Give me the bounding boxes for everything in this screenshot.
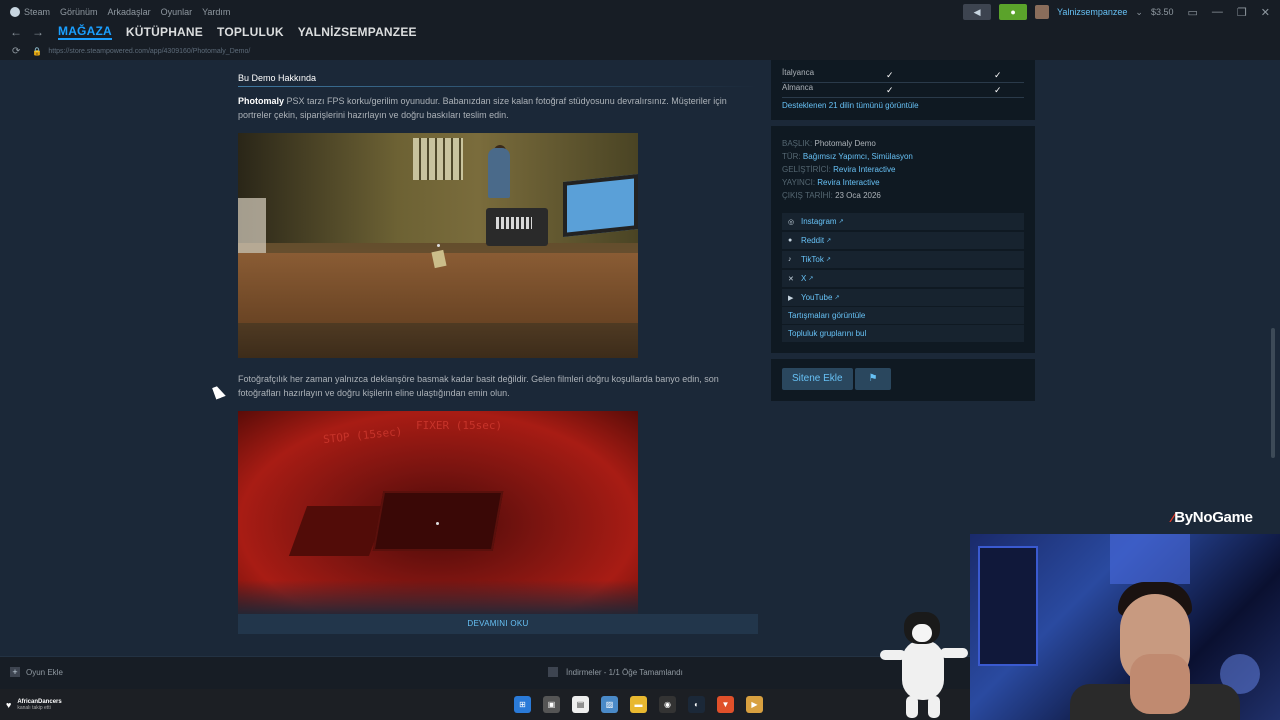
screenshot-shop	[238, 133, 638, 358]
description-intro: Photomaly PSX tarzı FPS korku/gerilim oy…	[238, 94, 748, 122]
language-row: İtalyanca ✓ ✓	[782, 68, 1024, 83]
reddit-icon: ●	[788, 237, 793, 244]
about-title: Bu Demo Hakkında	[238, 73, 317, 83]
detail-release-date: ÇIKIŞ TARİHİ: 23 Oca 2026	[782, 191, 881, 200]
description-para2: Fotoğrafçılık her zaman yalnızca deklanş…	[238, 374, 719, 398]
media-icon[interactable]: ▶	[746, 696, 763, 713]
tab-profile[interactable]: YALNİZSEMPANZEE	[298, 25, 417, 39]
report-button[interactable]: ⚑	[855, 368, 891, 390]
detail-developer: GELİŞTİRİCİ: Revira Interactive	[782, 165, 896, 174]
section-divider	[238, 86, 758, 87]
external-link-icon: ↗	[826, 238, 832, 244]
read-more-fade	[238, 580, 758, 616]
maximize-icon[interactable]: ❐	[1237, 6, 1247, 19]
instagram-icon: ◎	[788, 218, 795, 226]
forward-arrow-icon[interactable]: →	[32, 25, 44, 39]
add-game-button[interactable]: + Oyun Ekle	[10, 667, 63, 677]
detail-genre: TÜR: Bağımsız Yapımcı, Simülasyon	[782, 152, 913, 161]
account-name[interactable]: Yalnizsempanzee	[1057, 7, 1127, 17]
menu-view[interactable]: Görünüm	[60, 7, 98, 17]
follow-notification: ♥ AfricanDancers kanalı takip etti	[6, 699, 62, 711]
url-bar: ⟳ 🔒 https://store.steampowered.com/app/4…	[0, 42, 1280, 60]
tiktok-link[interactable]: ♪ TikTok ↗	[782, 251, 1024, 268]
check-icon: ✓	[886, 70, 894, 80]
announcements-button[interactable]: ◀	[963, 4, 992, 20]
photos-icon[interactable]: ▨	[601, 696, 618, 713]
account-chevron[interactable]: ⌄	[1135, 7, 1143, 18]
detail-publisher: YAYINCI: Revira Interactive	[782, 178, 880, 187]
plus-icon: +	[10, 667, 20, 677]
crosshair-icon	[437, 244, 440, 247]
read-more-button[interactable]: DEVAMINI OKU	[238, 614, 758, 634]
intro-text: PSX tarzı FPS korku/gerilim oyunudur. Ba…	[238, 96, 727, 120]
tiktok-icon: ♪	[788, 256, 792, 263]
megaphone-icon: ◀	[973, 6, 981, 17]
languages-box: İtalyanca ✓ ✓ Almanca ✓ ✓ Desteklenen 21…	[771, 60, 1035, 120]
developer-link[interactable]: Revira Interactive	[833, 165, 895, 174]
steam-icon[interactable]: ◐	[688, 696, 705, 713]
actions-box: Sitene Ekle ⚑	[771, 359, 1035, 401]
crosshair-icon	[436, 522, 439, 525]
check-icon: ✓	[886, 85, 894, 95]
close-icon[interactable]: ✕	[1261, 6, 1270, 19]
file-explorer-icon[interactable]: ▬	[630, 696, 647, 713]
tab-community[interactable]: TOPLULUK	[217, 25, 284, 39]
discussions-link[interactable]: Tartışmaları görüntüle	[782, 307, 1024, 324]
url-text[interactable]: https://store.steampowered.com/app/43091…	[48, 48, 250, 55]
taskbar-apps: ⊞ ▣ ▤ ▨ ▬ ◉ ◐ ▼ ▶	[514, 696, 763, 713]
publisher-link[interactable]: Revira Interactive	[817, 178, 879, 187]
bell-icon: ●	[1010, 7, 1016, 17]
add-to-site-button[interactable]: Sitene Ekle	[782, 368, 853, 390]
menu-help[interactable]: Yardım	[202, 7, 230, 17]
menu-friends[interactable]: Arkadaşlar	[108, 7, 151, 17]
task-view-icon[interactable]: ▣	[543, 696, 560, 713]
lock-icon: 🔒	[32, 46, 43, 56]
community-groups-link[interactable]: Topluluk gruplarını bul	[782, 325, 1024, 342]
x-link[interactable]: ✕ X ↗	[782, 270, 1024, 287]
all-languages-link[interactable]: Desteklenen 21 dilin tümünü görüntüle	[782, 101, 919, 110]
x-icon: ✕	[788, 275, 794, 283]
scrollbar[interactable]	[1271, 328, 1275, 458]
menu-steam[interactable]: Steam	[24, 7, 50, 17]
detail-title: BAŞLIK: Photomaly Demo	[782, 139, 876, 148]
reddit-link[interactable]: ● Reddit ↗	[782, 232, 1024, 249]
check-icon: ✓	[994, 85, 1002, 95]
tab-store[interactable]: MAĞAZA	[58, 24, 112, 40]
genre-link[interactable]: Bağımsız Yapımcı, Simülasyon	[803, 152, 913, 161]
windows-start-icon[interactable]: ⊞	[514, 696, 531, 713]
big-picture-icon[interactable]: ▭	[1188, 6, 1198, 19]
external-link-icon: ↗	[808, 276, 814, 282]
game-name: Photomaly	[238, 96, 285, 106]
webcam-feed	[970, 534, 1280, 720]
downloads-status[interactable]: İndirmeler - 1/1 Öğe Tamamlandı	[548, 667, 683, 677]
menu-games[interactable]: Oyunlar	[161, 7, 193, 17]
flag-icon: ⚑	[868, 373, 878, 384]
tab-library[interactable]: KÜTÜPHANE	[126, 25, 203, 39]
youtube-icon: ▶	[788, 294, 794, 302]
reload-icon[interactable]: ⟳	[12, 46, 20, 57]
main-nav: ← → MAĞAZA KÜTÜPHANE TOPLULUK YALNİZSEMP…	[0, 22, 1280, 42]
external-link-icon: ↗	[825, 257, 831, 263]
minimize-icon[interactable]: —	[1212, 6, 1223, 18]
language-row: Almanca ✓ ✓	[782, 83, 1024, 98]
youtube-link[interactable]: ▶ YouTube ↗	[782, 289, 1024, 306]
account-area: ◀ ● Yalnizsempanzee ⌄ $3.50 ▭ — ❐ ✕	[963, 0, 1280, 24]
chrome-icon[interactable]: ◉	[659, 696, 676, 713]
back-arrow-icon[interactable]: ←	[10, 25, 22, 39]
notifications-button[interactable]: ●	[999, 4, 1028, 20]
external-link-icon: ↗	[838, 219, 844, 225]
steam-logo-icon	[10, 7, 20, 17]
instagram-link[interactable]: ◎ Instagram ↗	[782, 213, 1024, 230]
details-box: BAŞLIK: Photomaly Demo TÜR: Bağımsız Yap…	[771, 126, 1035, 353]
avatar[interactable]	[1035, 5, 1050, 19]
wallet-balance: $3.50	[1150, 7, 1174, 17]
external-link-icon: ↗	[834, 295, 840, 301]
download-icon	[548, 667, 558, 677]
check-icon: ✓	[994, 70, 1002, 80]
dancing-cat-image	[880, 610, 970, 720]
brave-icon[interactable]: ▼	[717, 696, 734, 713]
bynogame-logo: ⁄ByNoGame	[1172, 509, 1253, 526]
app-icon[interactable]: ▤	[572, 696, 589, 713]
heart-icon: ♥	[6, 700, 12, 710]
